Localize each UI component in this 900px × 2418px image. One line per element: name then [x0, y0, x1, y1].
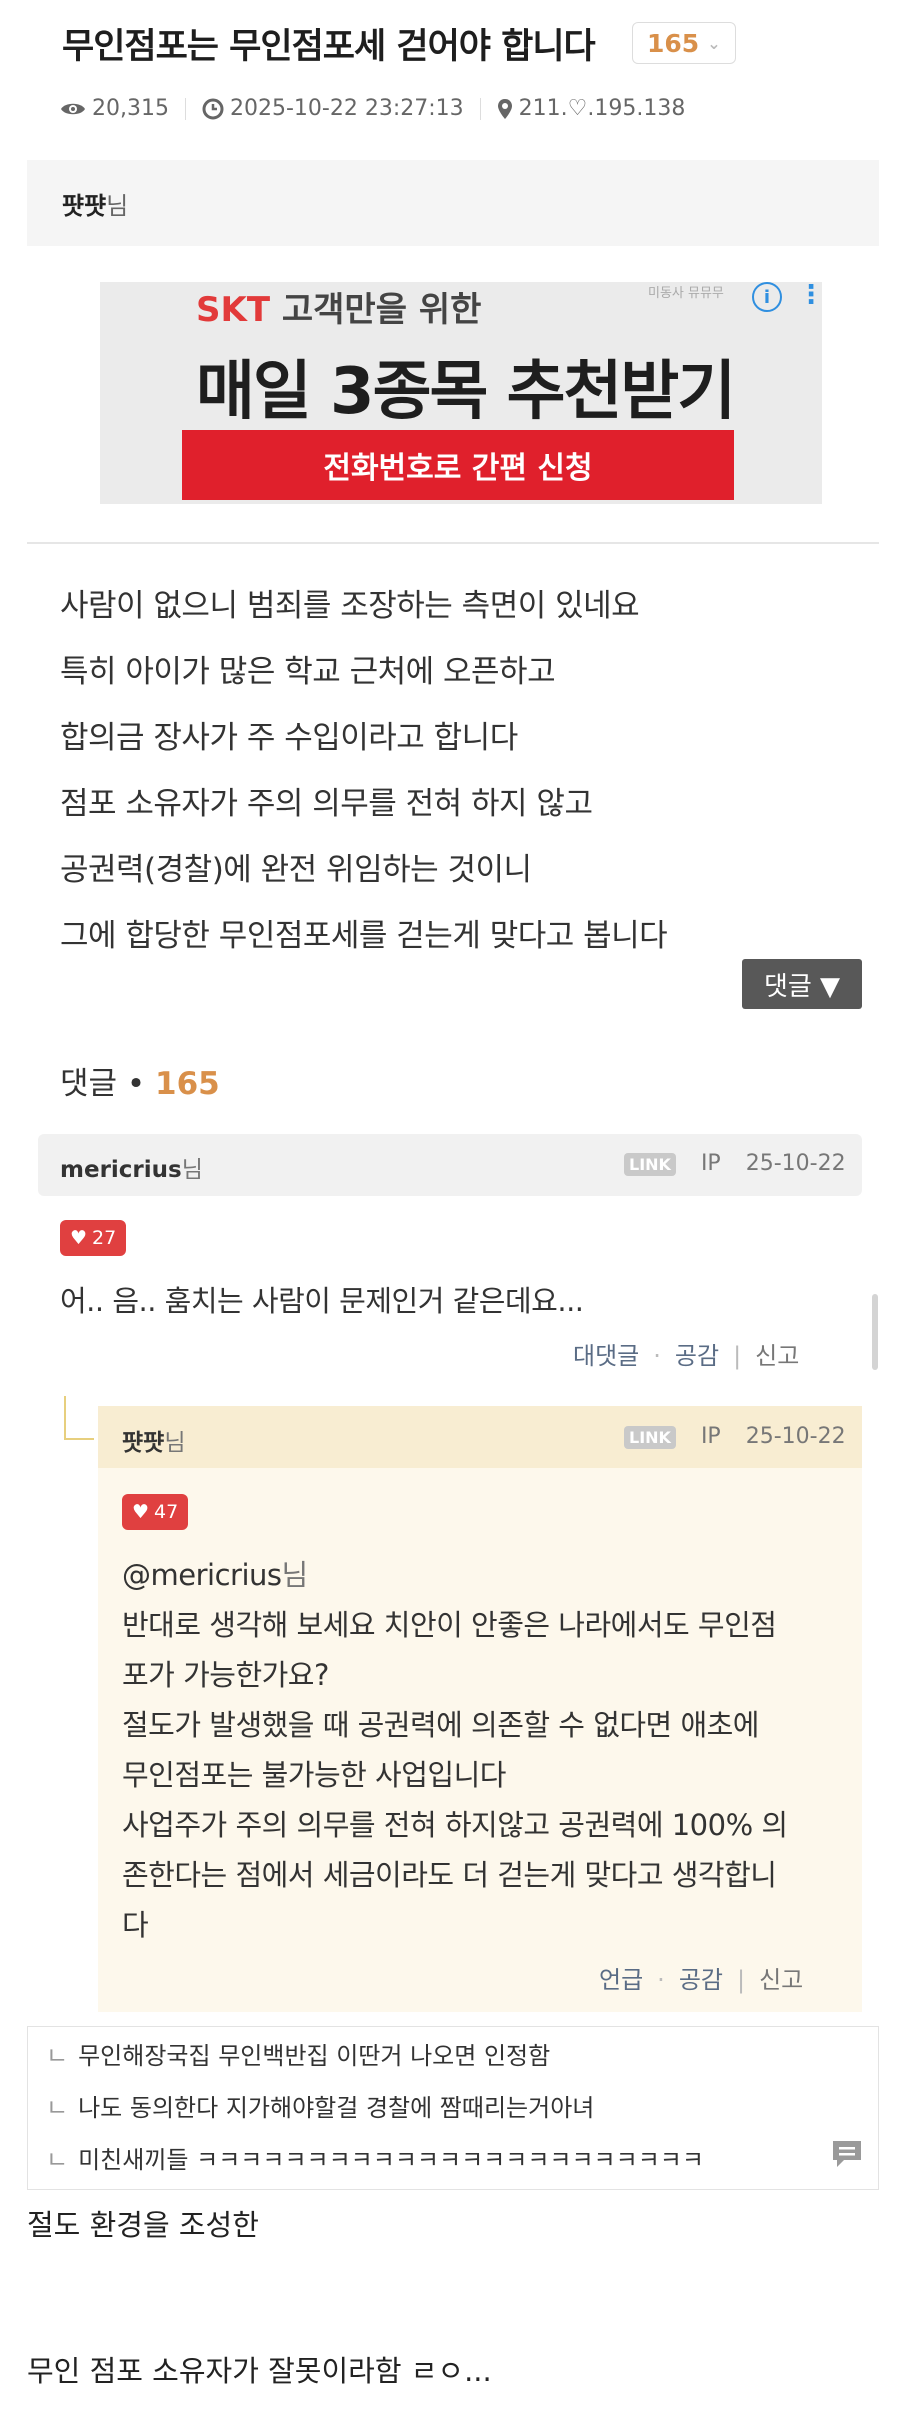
tail-text: 무인 점포 소유자가 잘못이라함 ㄹㅇ...: [27, 2354, 492, 2388]
action-separator: ·: [653, 1342, 661, 1370]
location-pin-icon: [497, 98, 512, 119]
reply-connector: [64, 1438, 94, 1440]
eye-icon: [61, 103, 85, 114]
post-datetime: 2025-10-22 23:27:13: [229, 96, 464, 121]
sub-comment-arrow: ㄴ: [46, 2146, 69, 2174]
reply-mention[interactable]: @mericrius님: [122, 1552, 308, 1594]
ad-tag: 미동사 뮤뮤무: [648, 286, 724, 301]
sub-comment-item[interactable]: ㄴ 미친새끼들 ㅋㅋㅋㅋㅋㅋㅋㅋㅋㅋㅋㅋㅋㅋㅋㅋㅋㅋㅋㅋㅋㅋㅋ: [46, 2140, 704, 2175]
tail-text: 절도 환경을 조성한: [27, 2208, 259, 2242]
comment-meta: LINK IP 25-10-22: [624, 1151, 846, 1176]
report-action[interactable]: 신고: [759, 1966, 803, 1994]
ad-headline: 매일 3종목 추천받기: [196, 355, 736, 429]
comment-date: 25-10-22: [745, 1151, 846, 1176]
post-body-line: 그에 합당한 무인점포세를 걷는게 맞다고 봅니다: [60, 918, 668, 954]
heart-icon: ♥: [70, 1227, 88, 1249]
comment-author-suffix: 님: [181, 1157, 203, 1183]
ad-apply-button[interactable]: 전화번호로 간편 신청: [182, 430, 734, 500]
more-vertical-icon[interactable]: ⋮: [798, 280, 824, 310]
reply-author[interactable]: 퍗퍗님: [122, 1423, 186, 1457]
link-badge[interactable]: LINK: [624, 1426, 676, 1449]
ip-label: IP: [700, 1151, 721, 1176]
ad-subtitle: SKT 고객만을 위한: [196, 282, 481, 331]
clock-icon: [202, 98, 224, 119]
post-body-line: 점포 소유자가 주의 의무를 전혀 하지 않고: [60, 786, 593, 822]
reply-line: 사업주가 주의 의무를 전혀 하지않고 공권력에 100% 의: [122, 1808, 788, 1842]
chevron-down-icon: ⌄: [707, 33, 721, 53]
author-name: 퍗퍗: [62, 192, 107, 220]
report-action[interactable]: 신고: [755, 1342, 799, 1370]
scrollbar[interactable]: [872, 1294, 878, 1370]
title-comment-count[interactable]: 165 ⌄: [632, 22, 736, 64]
author-suffix: 님: [106, 192, 129, 220]
ad-subtitle-text: 고객만을 위한: [270, 290, 482, 330]
post-body-line: 특히 아이가 많은 학교 근처에 오픈하고: [60, 654, 556, 690]
like-badge[interactable]: ♥ 27: [60, 1220, 127, 1256]
mention-suffix: 님: [281, 1558, 308, 1592]
ip-label: IP: [700, 1424, 721, 1449]
post-author[interactable]: 퍗퍗님: [62, 186, 128, 221]
title-count-value: 165: [647, 28, 700, 58]
reply-meta: LINK IP 25-10-22: [624, 1424, 846, 1449]
like-count: 47: [154, 1501, 179, 1523]
post-body-line: 공권력(경찰)에 완전 위임하는 것이니: [60, 852, 532, 888]
sub-comment-arrow: ㄴ: [46, 2094, 69, 2122]
like-action[interactable]: 공감: [679, 1966, 723, 1994]
comment-author[interactable]: mericrius님: [60, 1150, 203, 1184]
like-badge[interactable]: ♥ 47: [122, 1494, 189, 1530]
ad-brand: SKT: [196, 290, 271, 330]
like-action[interactable]: 공감: [675, 1342, 719, 1370]
comments-header: 댓글 • 165: [60, 1058, 220, 1103]
sub-comment-text: 미친새끼들 ㅋㅋㅋㅋㅋㅋㅋㅋㅋㅋㅋㅋㅋㅋㅋㅋㅋㅋㅋㅋㅋㅋㅋ: [78, 2146, 704, 2174]
post-meta: 20,315 2025-10-22 23:27:13 211.♡.195.138: [60, 96, 685, 121]
action-separator: ·: [657, 1966, 665, 1994]
reply-line: 무인점포는 불가능한 사업입니다: [122, 1758, 506, 1792]
reply-author-name: 퍗퍗: [122, 1430, 165, 1456]
action-separator: |: [733, 1342, 742, 1370]
meta-divider: [184, 97, 186, 120]
mention-action[interactable]: 언급: [599, 1966, 643, 1994]
reply-line: 절도가 발생했을 때 공권력에 의존할 수 없다면 애초에: [122, 1708, 760, 1742]
post-title: 무인점포는 무인점포세 걷어야 합니다: [62, 27, 596, 67]
post-ip: 211.♡.195.138: [518, 96, 686, 121]
reply-author-suffix: 님: [164, 1430, 186, 1456]
sub-comment-text: 무인해장국집 무인백반집 이딴거 나오면 인정함: [78, 2042, 551, 2070]
link-badge[interactable]: LINK: [624, 1153, 676, 1176]
meta-divider: [479, 97, 481, 120]
post-body-line: 사람이 없으니 범죄를 조장하는 측면이 있네요: [60, 588, 640, 624]
sub-comment-arrow: ㄴ: [46, 2042, 69, 2070]
reply-actions: 언급 · 공감 | 신고: [599, 1960, 803, 1995]
reply-date: 25-10-22: [745, 1424, 846, 1449]
comment-author-name: mericrius: [60, 1157, 182, 1183]
post-body-line: 합의금 장사가 주 수입이라고 합니다: [60, 720, 518, 756]
reply-line: 다: [122, 1908, 149, 1942]
mention-user: @mericrius: [122, 1558, 282, 1592]
comment-actions: 대댓글 · 공감 | 신고: [573, 1336, 799, 1371]
info-icon[interactable]: i: [752, 282, 782, 312]
comments-toggle-button[interactable]: 댓글 ▼: [742, 959, 862, 1009]
like-count: 27: [92, 1227, 117, 1249]
action-separator: |: [736, 1966, 746, 1994]
reply-line: 반대로 생각해 보세요 치안이 안좋은 나라에서도 무인점: [122, 1608, 777, 1642]
reply-connector: [64, 1396, 66, 1438]
reply-action[interactable]: 대댓글: [573, 1342, 639, 1370]
chat-icon[interactable]: [830, 2138, 864, 2170]
reply-line: 포가 가능한가요?: [122, 1658, 329, 1692]
sub-comment-item[interactable]: ㄴ 나도 동의한다 지가해야할걸 경찰에 짬때리는거아녀: [46, 2088, 594, 2123]
divider: [27, 542, 879, 544]
comments-header-count: 165: [155, 1066, 220, 1102]
view-count: 20,315: [92, 96, 169, 121]
sub-comment-text: 나도 동의한다 지가해야할걸 경찰에 짬때리는거아녀: [78, 2094, 595, 2122]
heart-icon: ♥: [132, 1501, 150, 1523]
author-bar: [27, 160, 879, 246]
reply-line: 존한다는 점에서 세금이라도 더 걷는게 맞다고 생각합니: [122, 1858, 777, 1892]
comment-text: 어.. 음.. 훔치는 사람이 문제인거 같은데요...: [60, 1284, 584, 1318]
comments-header-label: 댓글 •: [60, 1066, 156, 1102]
sub-comment-item[interactable]: ㄴ 무인해장국집 무인백반집 이딴거 나오면 인정함: [46, 2036, 550, 2071]
